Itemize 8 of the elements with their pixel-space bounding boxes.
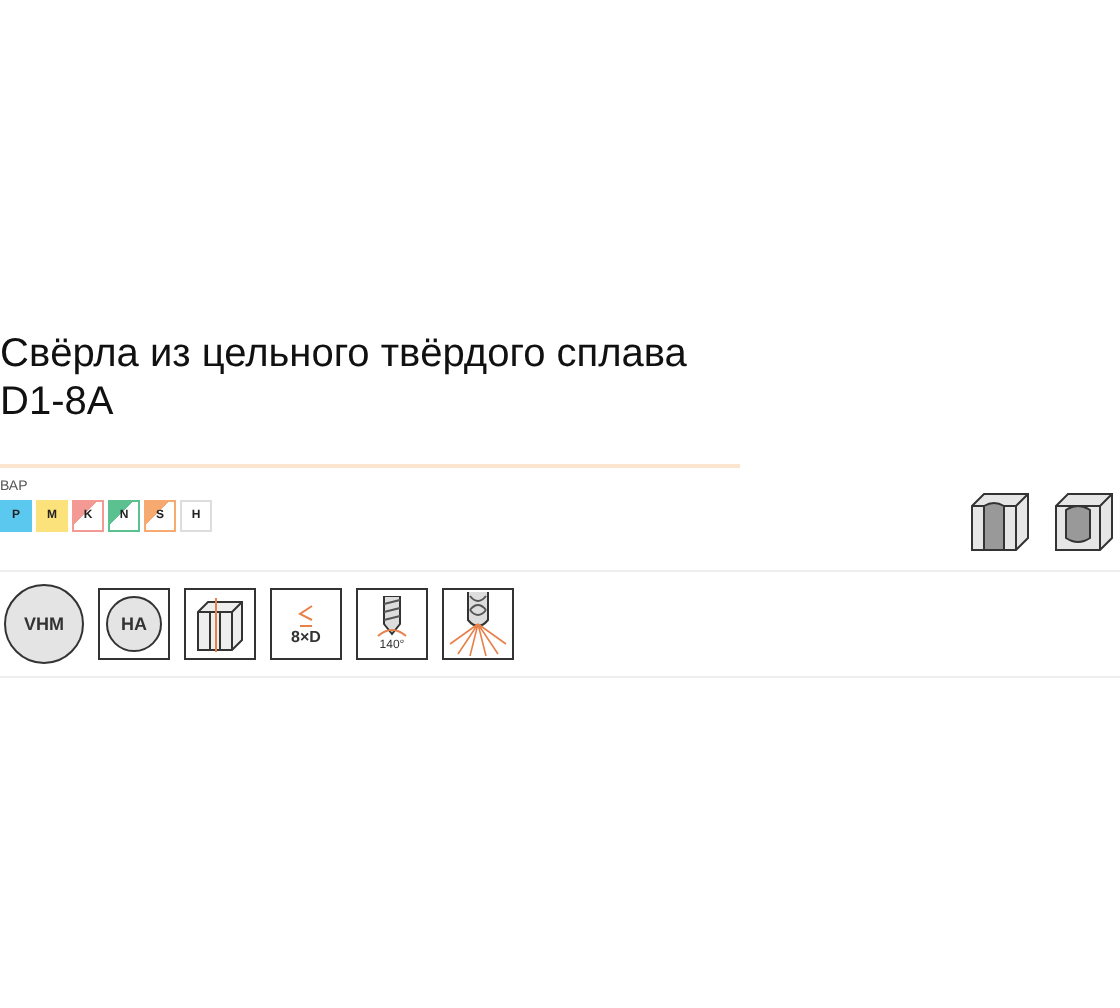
product-title: Свёрла из цельного твёрдого сплава D1-8A [0, 330, 740, 468]
drill-point-icon [372, 596, 412, 640]
grade-badge: VHM [4, 584, 84, 664]
depth-badge: 8×D [270, 588, 342, 660]
through-hole-icon [968, 490, 1032, 554]
less-equal-icon [296, 603, 316, 627]
coating-circle: HA [106, 596, 162, 652]
blind-hole-icon [1052, 490, 1116, 554]
